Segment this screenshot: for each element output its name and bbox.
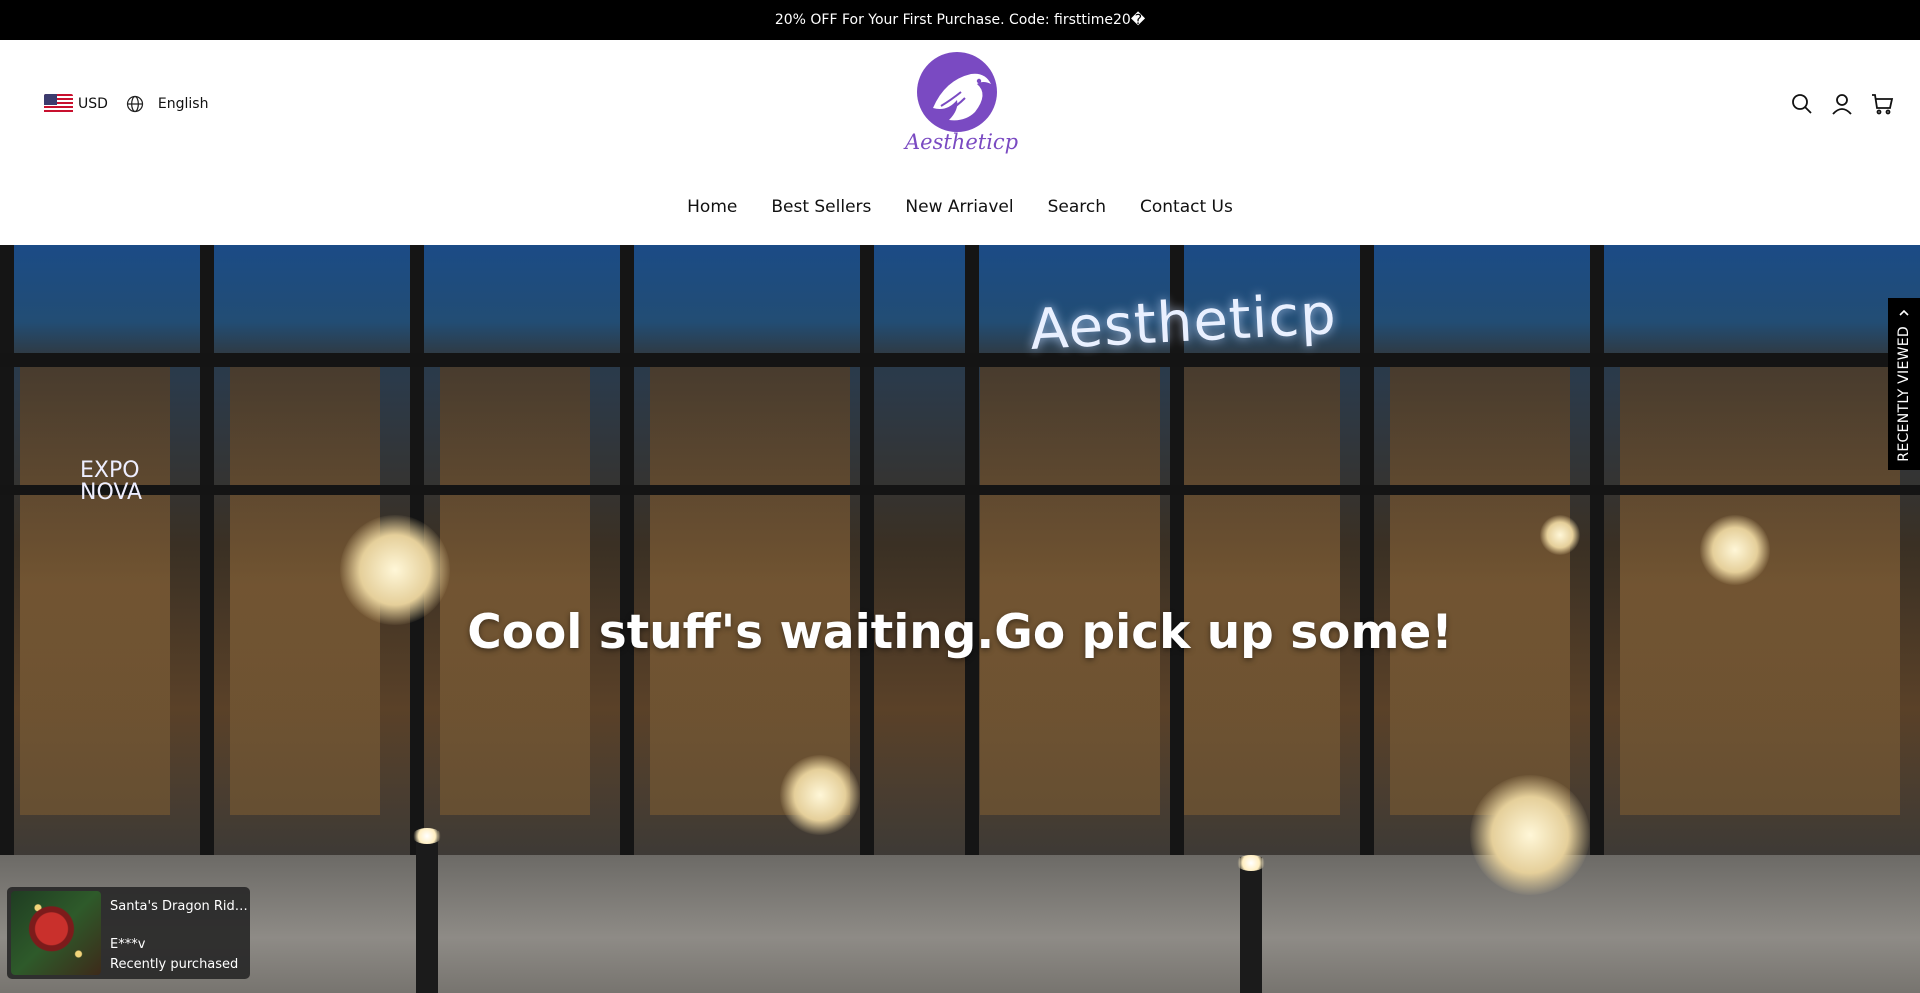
window-frame [860, 245, 874, 865]
store-window [980, 355, 1160, 815]
language-selector[interactable]: English [158, 96, 209, 112]
bollard-light [1236, 855, 1266, 871]
purchase-status: Recently purchased [110, 957, 239, 972]
window-sign-line: EXPO [80, 458, 140, 483]
announcement-text: 20% OFF For Your First Purchase. Code: f… [774, 12, 1146, 28]
window-frame [1590, 245, 1604, 865]
product-thumbnail [11, 891, 101, 975]
hero-banner[interactable]: Aestheticp EXPO NOVA Cool stuff's waitin… [0, 245, 1920, 993]
cart-icon[interactable] [1870, 92, 1894, 116]
hero-sky [0, 245, 1920, 355]
nav-home[interactable]: Home [687, 197, 737, 217]
us-flag-icon[interactable] [44, 94, 73, 114]
store-window [440, 355, 590, 815]
globe-icon[interactable] [125, 94, 145, 114]
header-actions [1774, 92, 1894, 116]
window-frame [0, 245, 14, 865]
store-window [650, 355, 850, 815]
window-frame [620, 245, 634, 865]
hero-title: Cool stuff's waiting.Go pick up some! [467, 605, 1453, 660]
window-frame [0, 353, 1920, 367]
main-nav: Home Best Sellers New Arriavel Search Co… [0, 197, 1920, 217]
window-frame [200, 245, 214, 865]
nav-new-arrival[interactable]: New Arriavel [905, 197, 1013, 217]
notification-body: Santa's Dragon Rider Ornament E***v Rece… [110, 891, 250, 975]
nav-contact-us[interactable]: Contact Us [1140, 197, 1233, 217]
announcement-bar: 20% OFF For Your First Purchase. Code: f… [0, 0, 1920, 40]
store-window [1180, 355, 1340, 815]
pendant-lamp [1540, 515, 1580, 555]
recently-viewed-label: RECENTLY VIEWED [1896, 326, 1912, 462]
search-icon[interactable] [1790, 92, 1814, 116]
user-icon[interactable] [1830, 92, 1854, 116]
product-name: Santa's Dragon Rider Ornament [110, 899, 250, 914]
bollard [416, 830, 438, 993]
recently-viewed-tab[interactable]: RECENTLY VIEWED [1888, 298, 1920, 470]
floor-lamp [1470, 775, 1590, 895]
chevron-up-icon [1899, 309, 1909, 316]
currency-selector[interactable]: USD [78, 96, 108, 112]
window-sign-line: NOVA [80, 480, 143, 505]
window-frame [1360, 245, 1374, 865]
store-window [1390, 355, 1570, 815]
floor-lamp [780, 755, 860, 835]
eagle-logo-icon [917, 52, 997, 132]
window-sign: EXPO NOVA [80, 460, 142, 504]
purchaser-name: E***v [110, 937, 146, 952]
store-window [20, 355, 170, 815]
site-header: USD English Aestheticp Home Best Sellers… [0, 40, 1920, 245]
nav-search[interactable]: Search [1048, 197, 1106, 217]
store-window [1620, 355, 1900, 815]
window-frame [0, 485, 1920, 495]
logo-wordmark: Aestheticp [905, 130, 1019, 154]
window-frame [965, 245, 979, 865]
locale-selector: USD English [44, 94, 208, 114]
site-logo[interactable]: Aestheticp [905, 50, 1019, 170]
bollard-light [412, 828, 442, 844]
purchase-notification[interactable]: Santa's Dragon Rider Ornament E***v Rece… [7, 887, 250, 979]
hero-sidewalk [0, 855, 1920, 993]
bollard [1240, 857, 1262, 993]
nav-best-sellers[interactable]: Best Sellers [771, 197, 871, 217]
pendant-lamp [1700, 515, 1770, 585]
